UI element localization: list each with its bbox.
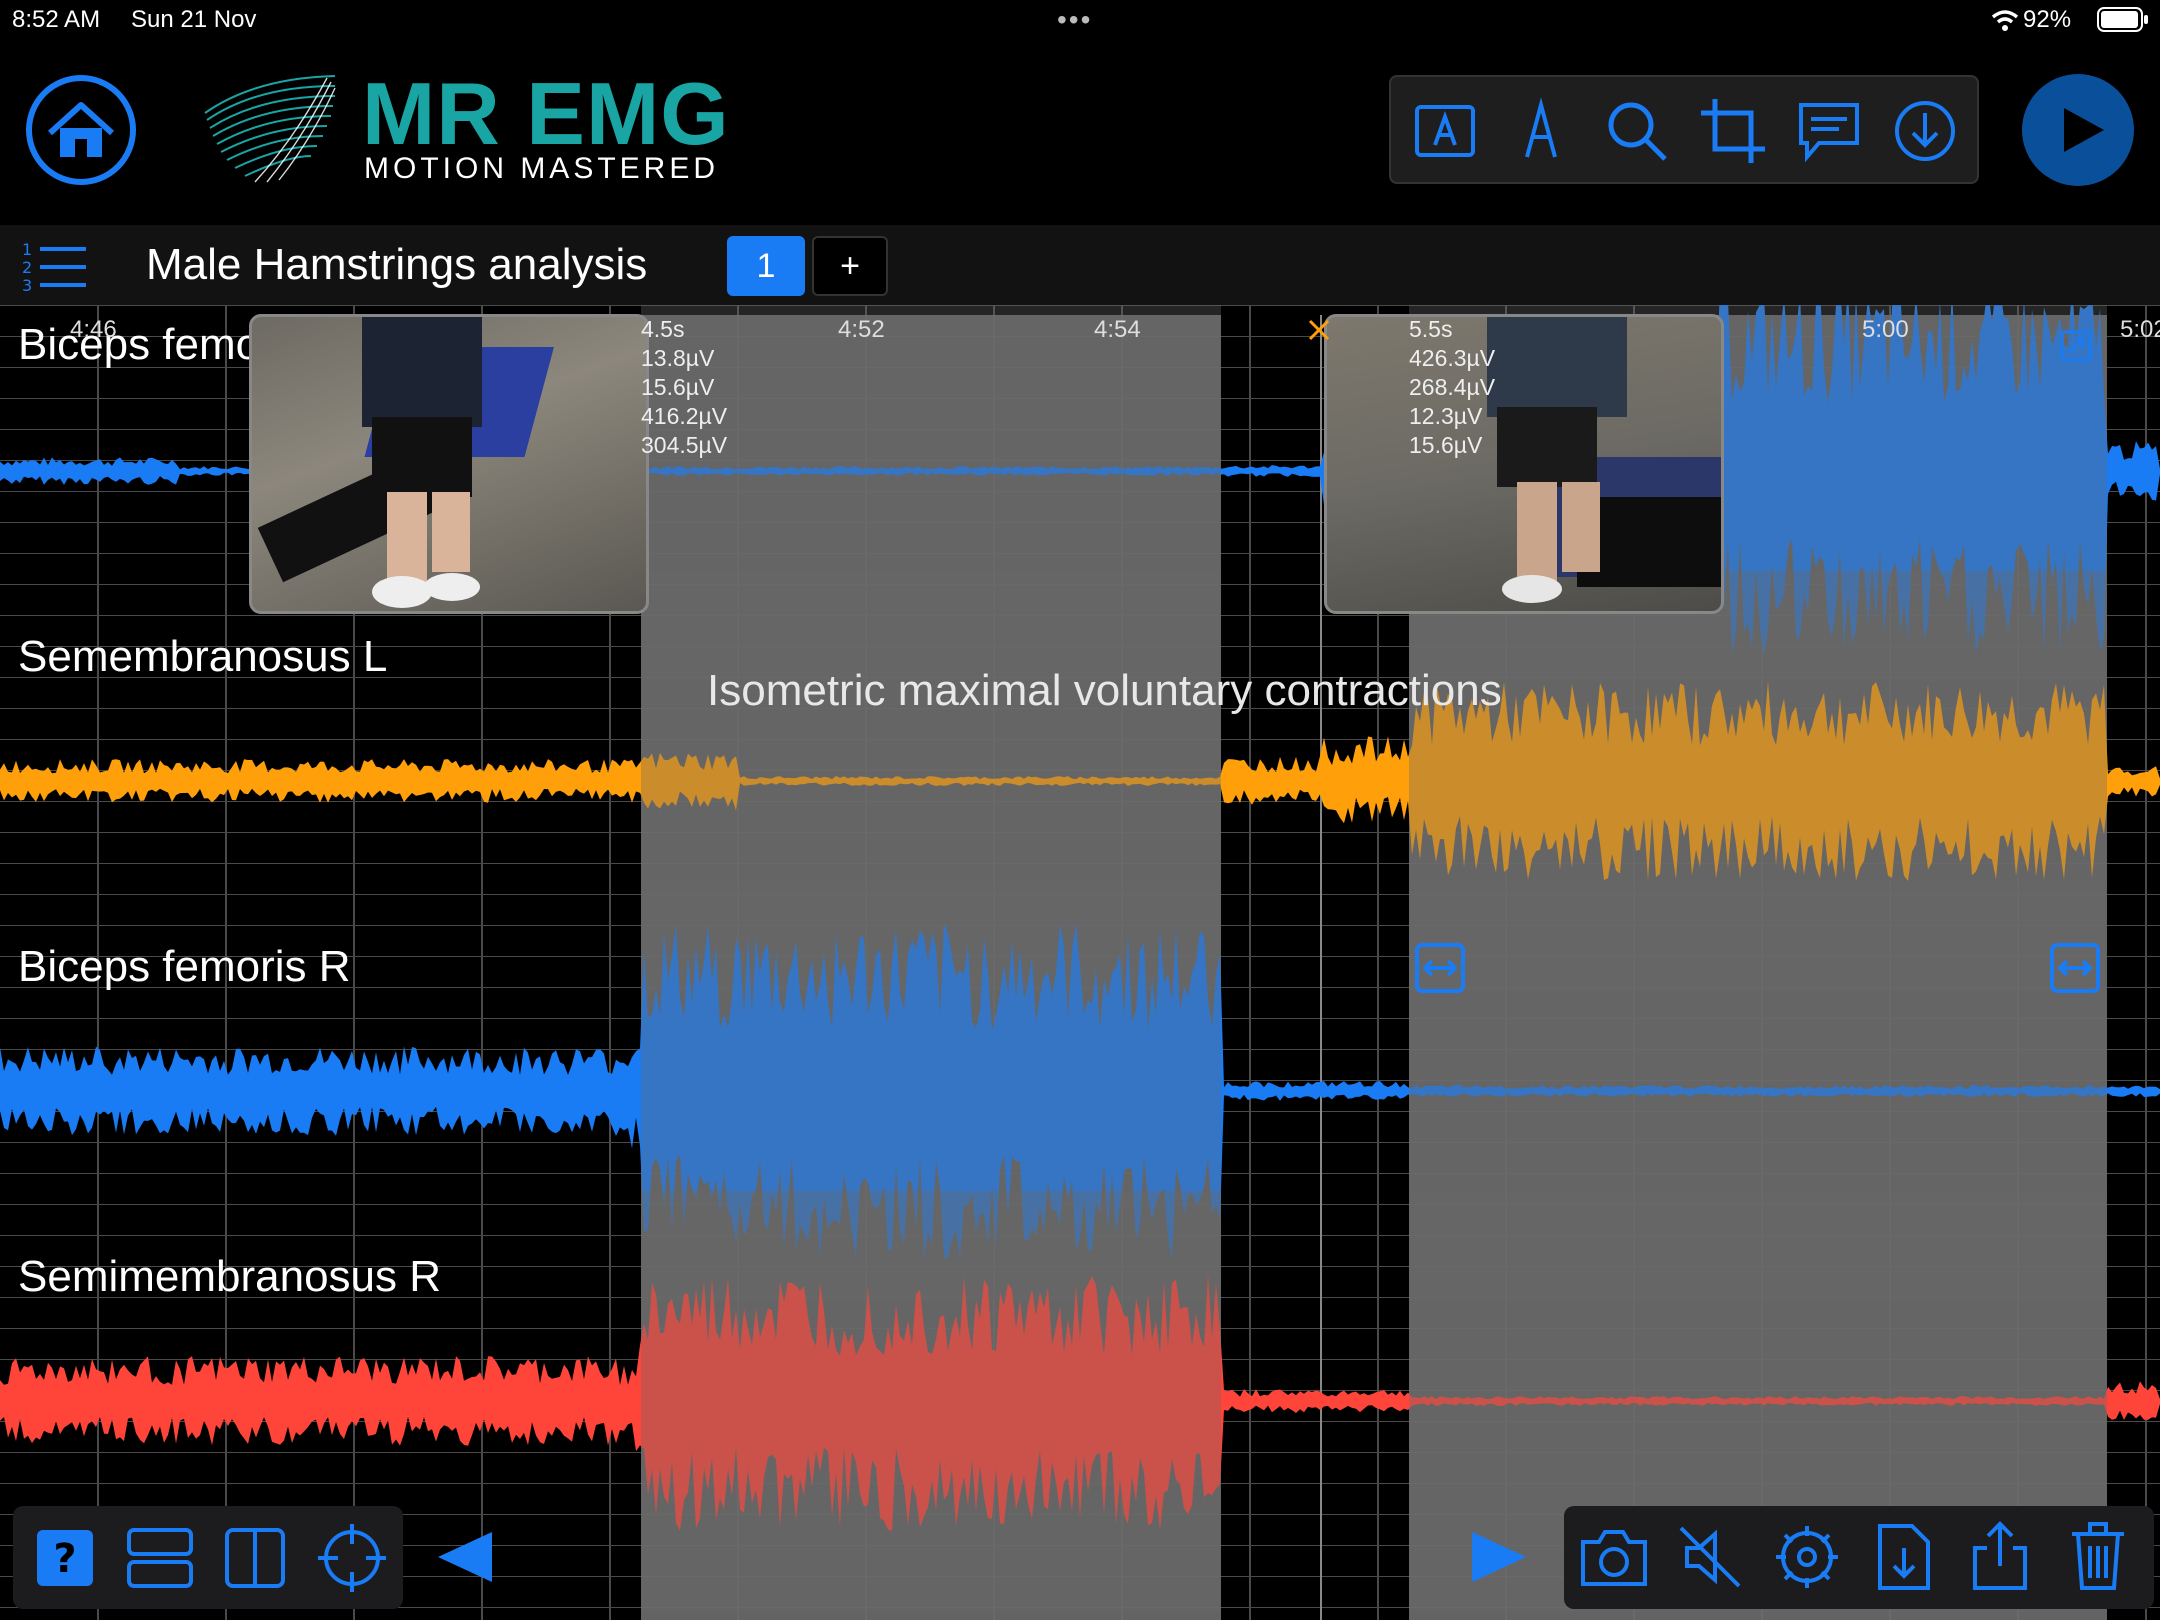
selection-2-value: 268.4µV (1409, 374, 1496, 400)
text-annotation-button[interactable] (1409, 95, 1481, 167)
download-button[interactable] (1889, 95, 1961, 167)
selection-2-readout: 5.5s 426.3µV 268.4µV 12.3µV 15.6µV (1409, 315, 1495, 460)
battery-icon (2097, 7, 2148, 32)
stacked-layout-button[interactable] (125, 1526, 195, 1590)
channel-label-2: Semembranosus L (18, 632, 388, 681)
settings-button[interactable] (1772, 1522, 1842, 1592)
time-tick: 4:46 (70, 316, 117, 343)
share-button[interactable] (1969, 1520, 2031, 1592)
next-arrow-icon (1472, 1532, 1526, 1582)
stacked-layout-icon (127, 1528, 193, 1588)
crop-button[interactable] (1697, 95, 1769, 167)
previous-button[interactable] (434, 1528, 496, 1586)
close-marker-button[interactable] (1307, 318, 1331, 342)
app-logo-mark (204, 75, 336, 183)
previous-arrow-icon (438, 1532, 492, 1582)
delete-button[interactable] (2068, 1520, 2128, 1592)
mute-icon (1679, 1526, 1741, 1588)
app-name: MR EMG (362, 64, 730, 163)
camera-button[interactable] (1579, 1524, 1649, 1590)
trash-icon (2072, 1522, 2124, 1590)
crosshair-icon (318, 1524, 386, 1592)
comment-icon (1799, 103, 1859, 163)
video-thumbnail-1[interactable] (249, 314, 649, 614)
time-tick: 4:54 (1094, 316, 1141, 343)
camera-icon (1581, 1530, 1647, 1586)
time-tick: 4:52 (838, 316, 885, 343)
drag-handle-icon (1415, 943, 1465, 993)
text-annotation-icon (1415, 105, 1475, 157)
close-icon (1308, 319, 1330, 341)
selection-overlay (641, 1191, 1221, 1611)
session-title[interactable]: Male Hamstrings analysis (146, 240, 647, 290)
help-button[interactable]: ? (33, 1526, 97, 1590)
chart-annotation[interactable]: Isometric maximal voluntary contractions (707, 666, 1502, 716)
svg-text:1: 1 (22, 240, 32, 259)
resize-icon (2060, 330, 2092, 362)
help-icon: ? (37, 1530, 93, 1586)
time-tick: 5:00 (1862, 316, 1909, 343)
channel-label-4: Semimembranosus R (18, 1252, 442, 1301)
svg-text:?: ? (53, 1536, 76, 1582)
wifi-icon (1991, 10, 2019, 31)
selection-2-value: 12.3µV (1409, 403, 1483, 429)
add-page-button[interactable]: + (812, 236, 888, 296)
selection-1-value: 304.5µV (641, 432, 728, 458)
home-button[interactable] (24, 73, 138, 187)
selection-1-value: 13.8µV (641, 345, 715, 371)
selection-2-end-handle[interactable] (2049, 942, 2101, 994)
home-icon (47, 102, 115, 157)
share-icon (1973, 1521, 2027, 1590)
export-file-icon (1878, 1524, 1930, 1590)
annotation-toolbar (1389, 75, 1979, 184)
play-button[interactable] (2020, 72, 2136, 188)
pen-icon (1525, 97, 1557, 158)
gear-icon (1776, 1526, 1838, 1588)
selection-1-value: 15.6µV (641, 374, 715, 400)
app-tagline: MOTION MASTERED (364, 152, 720, 185)
selection-1-readout: 4.5s 13.8µV 15.6µV 416.2µV 304.5µV (641, 315, 727, 460)
drag-handle-icon (2050, 943, 2100, 993)
bottom-left-toolbar: ? (13, 1506, 403, 1609)
video-thumbnail-2[interactable] (1324, 314, 1724, 614)
download-icon (1895, 101, 1955, 161)
channel-label-3: Biceps femoris R (18, 942, 351, 991)
crosshair-button[interactable] (316, 1522, 388, 1594)
status-time: 8:52 AM (12, 6, 101, 33)
selection-2-value: 426.3µV (1409, 345, 1496, 371)
expand-selection-button[interactable] (2060, 330, 2092, 362)
battery-percent: 92% (2023, 6, 2072, 33)
multitasking-handle[interactable]: ••• (1057, 4, 1092, 36)
page-tab-1[interactable]: 1 (727, 236, 805, 296)
bottom-right-toolbar (1564, 1506, 2154, 1609)
selection-2-duration: 5.5s (1409, 316, 1453, 342)
selection-1-duration: 4.5s (641, 316, 685, 342)
selection-2-start-handle[interactable] (1414, 942, 1466, 994)
pen-button[interactable] (1505, 95, 1577, 167)
comment-button[interactable] (1793, 95, 1865, 167)
search-icon (1608, 102, 1667, 161)
svg-text:3: 3 (22, 276, 32, 295)
session-list-button[interactable]: 1 2 3 (20, 237, 90, 295)
time-tick: 5:02 (2120, 316, 2160, 343)
search-button[interactable] (1601, 95, 1673, 167)
split-layout-button[interactable] (223, 1526, 287, 1590)
export-file-button[interactable] (1874, 1522, 1934, 1592)
svg-text:2: 2 (22, 258, 32, 277)
selection-1-value: 416.2µV (641, 403, 728, 429)
next-button[interactable] (1468, 1528, 1530, 1586)
status-date: Sun 21 Nov (131, 6, 257, 33)
selection-2-value: 15.6µV (1409, 432, 1483, 458)
crop-icon (1701, 99, 1765, 163)
split-layout-icon (225, 1528, 285, 1588)
numbered-list-icon: 1 2 3 (22, 240, 86, 295)
mute-button[interactable] (1677, 1524, 1743, 1590)
